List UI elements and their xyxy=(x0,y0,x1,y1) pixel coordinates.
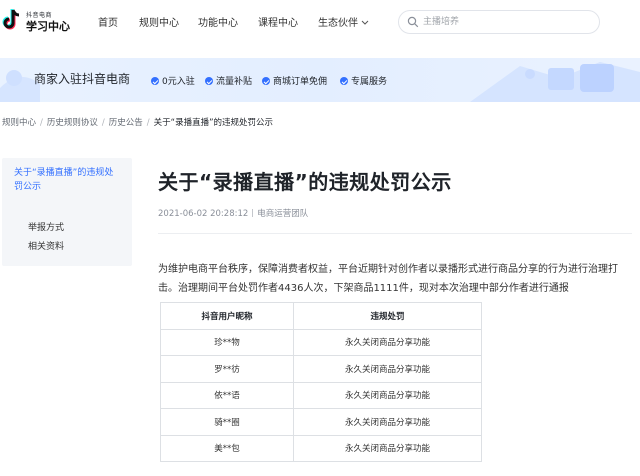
article-author: 电商运营团队 xyxy=(257,209,309,219)
page-title: 关于“录播直播”的违规处罚公示 xyxy=(158,170,452,194)
nav-home[interactable]: 首页 xyxy=(98,14,118,29)
column-header-nickname: 抖音用户昵称 xyxy=(160,302,294,330)
breadcrumb-history-rules[interactable]: 历史规则协议 xyxy=(47,118,98,128)
cell-nickname: 依**语 xyxy=(160,381,294,409)
cell-penalty: 永久关闭商品分享功能 xyxy=(293,381,482,409)
column-header-penalty: 违规处罚 xyxy=(293,302,482,330)
cell-nickname: 骑**圈 xyxy=(160,408,294,436)
search-box[interactable] xyxy=(398,10,600,34)
divider xyxy=(158,233,632,234)
promo-banner[interactable]: 商家入驻抖音电商 0元入驻 流量补贴 商城订单免佣 专属服务 xyxy=(0,58,640,102)
breadcrumb-current: 关于“录播直播”的违规处罚公示 xyxy=(153,118,273,128)
cell-nickname: 美**包 xyxy=(160,434,294,462)
search-icon xyxy=(407,16,419,28)
breadcrumb-separator: / xyxy=(101,118,105,128)
breadcrumb: 规则中心 / 历史规则协议 / 历史公告 / 关于“录播直播”的违规处罚公示 xyxy=(2,116,273,128)
douyin-logo-icon xyxy=(2,9,20,30)
banner-perk: 商城订单免佣 xyxy=(262,74,327,87)
article-paragraph: 为维护电商平台秩序，保障消费者权益，平台近期针对创作者以录播形式进行商品分享的行… xyxy=(158,264,618,294)
sidebar-item-current-article[interactable]: 关于“录播直播”的违规处罚公示 xyxy=(14,166,122,194)
publish-date: 2021-06-02 20:28:12 xyxy=(158,209,249,219)
top-header: 抖音电商 学习中心 首页 规则中心 功能中心 课程中心 生态伙伴 xyxy=(0,0,640,44)
article-meta: 2021-06-02 20:28:12 电商运营团队 xyxy=(158,207,308,219)
sidebar-item-report-method[interactable]: 举报方式 xyxy=(28,220,64,233)
breadcrumb-separator: / xyxy=(146,118,150,128)
cell-nickname: 珍**物 xyxy=(160,328,294,356)
breadcrumb-history-notices[interactable]: 历史公告 xyxy=(109,118,143,128)
check-circle-icon xyxy=(262,77,270,85)
cell-penalty: 永久关闭商品分享功能 xyxy=(293,328,482,356)
cell-nickname: 罗**彷 xyxy=(160,355,294,383)
table-header-row: 抖音用户昵称 违规处罚 xyxy=(160,302,482,330)
article-sidebar: 关于“录播直播”的违规处罚公示 举报方式 相关资料 xyxy=(2,158,132,266)
nav-feature-center[interactable]: 功能中心 xyxy=(198,14,238,29)
logo[interactable]: 抖音电商 学习中心 xyxy=(2,6,72,36)
nav-eco-partners-label: 生态伙伴 xyxy=(318,18,358,29)
check-circle-icon xyxy=(205,77,213,85)
table-row: 依**语 永久关闭商品分享功能 xyxy=(160,381,482,409)
banner-perk: 0元入驻 xyxy=(151,74,195,87)
nav-course-center[interactable]: 课程中心 xyxy=(258,14,298,29)
breadcrumb-separator: / xyxy=(40,118,43,128)
nav-rules-center[interactable]: 规则中心 xyxy=(139,14,179,29)
table-row: 珍**物 永久关闭商品分享功能 xyxy=(160,328,482,356)
cell-penalty: 永久关闭商品分享功能 xyxy=(293,355,482,383)
banner-title: 商家入驻抖音电商 xyxy=(34,72,131,86)
check-circle-icon xyxy=(151,77,159,85)
table-row: 骑**圈 永久关闭商品分享功能 xyxy=(160,408,482,436)
chevron-down-icon xyxy=(361,20,369,25)
breadcrumb-rules-center[interactable]: 规则中心 xyxy=(2,118,36,128)
cell-penalty: 永久关闭商品分享功能 xyxy=(293,434,482,462)
table-row: 罗**彷 永久关闭商品分享功能 xyxy=(160,355,482,383)
banner-perk: 专属服务 xyxy=(340,74,387,87)
nav-eco-partners[interactable]: 生态伙伴 xyxy=(318,14,370,29)
logo-title: 学习中心 xyxy=(26,20,70,33)
banner-perk: 流量补贴 xyxy=(205,74,252,87)
cell-penalty: 永久关闭商品分享功能 xyxy=(293,408,482,436)
sidebar-item-related-docs[interactable]: 相关资料 xyxy=(28,239,64,252)
check-circle-icon xyxy=(340,77,348,85)
table-row: 美**包 永久关闭商品分享功能 xyxy=(160,434,482,462)
penalty-table: 抖音用户昵称 违规处罚 珍**物 永久关闭商品分享功能 罗**彷 永久关闭商品分… xyxy=(160,302,482,462)
meta-divider xyxy=(252,209,254,217)
search-input[interactable] xyxy=(423,14,593,30)
